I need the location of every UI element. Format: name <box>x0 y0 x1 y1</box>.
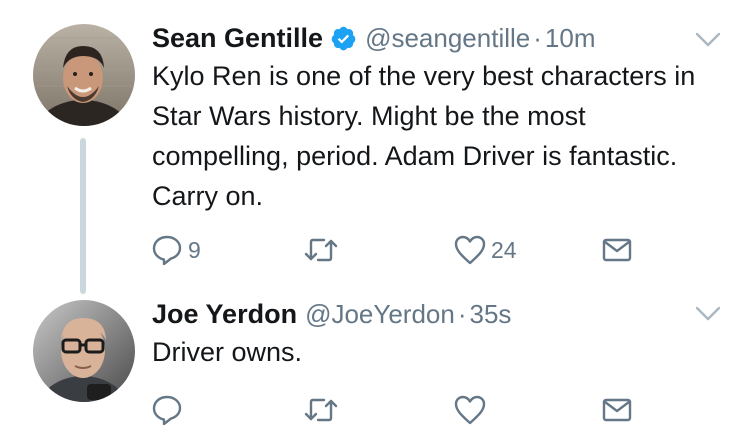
retweet-button[interactable] <box>302 230 344 270</box>
like-count: 24 <box>491 236 517 263</box>
tweet-sean-gentille[interactable]: Sean Gentille @seangentille · 10m Kylo R… <box>0 0 749 296</box>
tweet-actions <box>150 390 650 430</box>
tweet-actions: 9 24 <box>150 230 650 270</box>
reply-button[interactable]: 9 <box>150 230 201 270</box>
tweet-text: Driver owns. <box>152 337 303 367</box>
reply-count: 9 <box>188 236 201 263</box>
tweet-header: Joe Yerdon @JoeYerdon · 35s <box>152 296 511 332</box>
reply-button[interactable] <box>150 390 188 430</box>
tweet-text: Kylo Ren is one of the very best charact… <box>152 61 696 211</box>
envelope-icon <box>602 238 632 262</box>
tweet-joe-yerdon[interactable]: Joe Yerdon @JoeYerdon · 35s Driver owns. <box>0 296 749 441</box>
retweet-icon <box>304 238 338 262</box>
author-name[interactable]: Joe Yerdon <box>152 299 297 330</box>
envelope-icon <box>602 398 632 422</box>
heart-icon <box>454 395 486 425</box>
separator-dot: · <box>533 22 542 53</box>
chevron-down-icon[interactable] <box>695 32 721 48</box>
heart-icon <box>454 235 486 265</box>
avatar[interactable] <box>33 24 135 126</box>
verified-badge-icon <box>330 25 357 52</box>
retweet-icon <box>304 398 338 422</box>
chevron-down-icon[interactable] <box>695 306 721 322</box>
avatar[interactable] <box>33 300 135 402</box>
retweet-button[interactable] <box>302 390 344 430</box>
reply-icon <box>152 235 182 266</box>
direct-message-button[interactable] <box>600 390 634 430</box>
tweet-header: Sean Gentille @seangentille · 10m <box>152 20 595 56</box>
direct-message-button[interactable] <box>600 230 634 270</box>
tweet-timestamp[interactable]: 35s <box>470 299 512 330</box>
separator-dot: · <box>457 298 467 329</box>
author-name[interactable]: Sean Gentille <box>152 23 323 54</box>
author-handle[interactable]: @JoeYerdon <box>305 299 455 330</box>
author-handle[interactable]: @seangentille <box>365 23 530 54</box>
reply-icon <box>152 395 182 426</box>
like-button[interactable]: 24 <box>453 230 517 270</box>
like-button[interactable] <box>453 390 491 430</box>
thread-connector-line <box>80 138 86 294</box>
tweet-timestamp[interactable]: 10m <box>545 23 596 54</box>
